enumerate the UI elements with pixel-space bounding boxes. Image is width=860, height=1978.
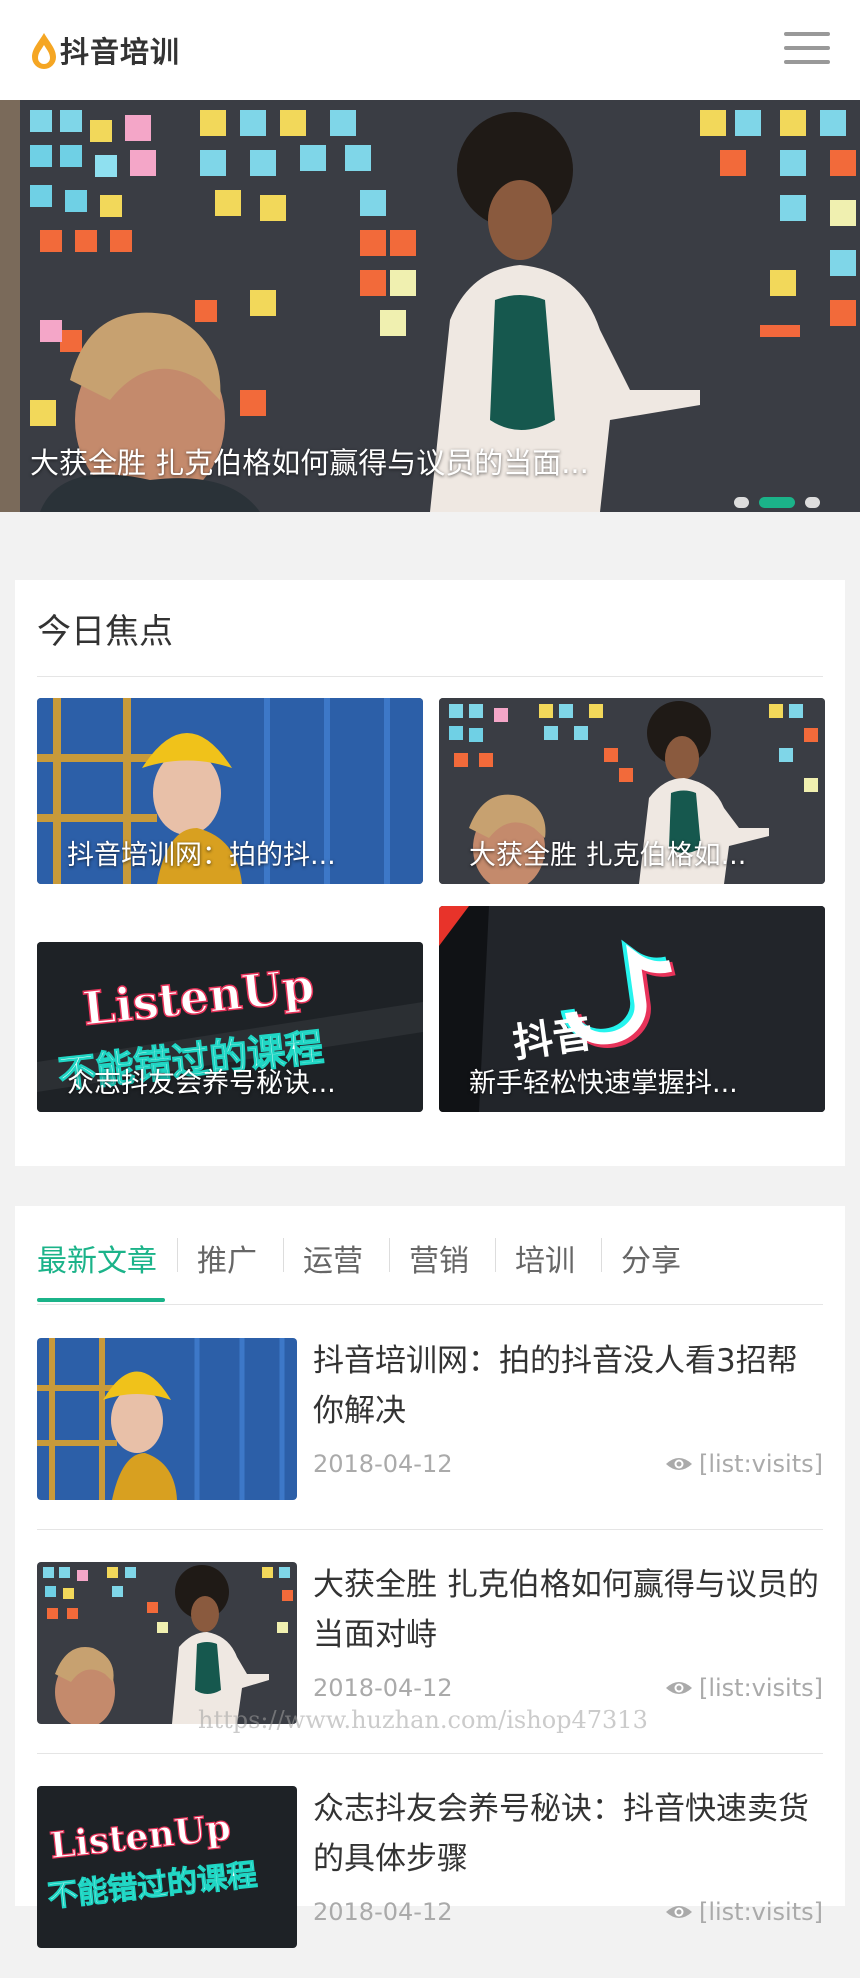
hero-banner[interactable]: 大获全胜 扎克伯格如何赢得与议员的当面... <box>0 100 860 512</box>
top-header: 抖音培训 <box>0 0 860 100</box>
tab-operation[interactable]: 运营 <box>303 1236 363 1280</box>
flame-logo-icon <box>32 33 56 69</box>
banner-caption: 大获全胜 扎克伯格如何赢得与议员的当面... <box>30 446 589 480</box>
tab-share[interactable]: 分享 <box>621 1236 681 1280</box>
tab-marketing[interactable]: 营销 <box>409 1236 469 1280</box>
section-title: 今日焦点 <box>37 612 173 652</box>
tab-training[interactable]: 培训 <box>515 1236 575 1280</box>
article-item-3[interactable]: ListenUp 不能错过的课程 众志抖友会养号秘诀：抖音快速卖货的具体步骤 2… <box>37 1754 823 1978</box>
article-title[interactable]: 众志抖友会养号秘诀：抖音快速卖货的具体步骤 <box>313 1784 823 1884</box>
eye-icon <box>665 1906 692 1918</box>
article-thumbnail <box>37 1562 297 1724</box>
card-caption: 新手轻松快速掌握抖... <box>469 1068 738 1099</box>
article-item-2[interactable]: 大获全胜 扎克伯格如何赢得与议员的当面对峙 2018-04-12 [list:v… <box>37 1530 823 1754</box>
article-thumbnail <box>37 1338 297 1500</box>
article-list-section: 最新文章 推广 运营 营销 培训 分享 抖音培训网：拍的抖音没人看3招帮你解决 … <box>15 1206 845 1948</box>
article-date: 2018-04-12 <box>313 1674 453 1702</box>
hamburger-menu-icon[interactable] <box>784 32 830 66</box>
article-visits: [list:visits] <box>665 1898 823 1926</box>
carousel-dot-active[interactable] <box>759 497 795 508</box>
tab-separator <box>177 1238 178 1272</box>
eye-icon <box>665 1458 692 1470</box>
card-caption: 大获全胜 扎克伯格如... <box>469 840 747 871</box>
divider <box>37 1304 823 1305</box>
carousel-dots <box>734 497 820 508</box>
eye-icon <box>665 1682 692 1694</box>
carousel-dot[interactable] <box>805 497 820 508</box>
category-tabs: 最新文章 推广 运营 营销 培训 分享 <box>37 1206 823 1306</box>
article-item-1[interactable]: 抖音培训网：拍的抖音没人看3招帮你解决 2018-04-12 [list:vis… <box>37 1306 823 1530</box>
site-logo[interactable]: 抖音培训 <box>30 28 180 72</box>
article-date: 2018-04-12 <box>313 1898 453 1926</box>
tab-separator <box>389 1238 390 1272</box>
tab-separator <box>283 1238 284 1272</box>
logo-text: 抖音培训 <box>60 35 181 69</box>
card-caption: 抖音培训网：拍的抖... <box>67 840 336 871</box>
divider <box>37 676 823 677</box>
article-visits: [list:visits] <box>665 1674 823 1702</box>
card-caption: 众志抖友会养号秘诀... <box>67 1068 336 1099</box>
tab-separator <box>495 1238 496 1272</box>
article-visits: [list:visits] <box>665 1450 823 1478</box>
focus-card-4[interactable]: 抖音 新手轻松快速掌握抖... <box>439 906 825 1112</box>
focus-card-2[interactable]: 大获全胜 扎克伯格如... <box>439 698 825 884</box>
tab-latest[interactable]: 最新文章 <box>37 1236 157 1280</box>
tab-promotion[interactable]: 推广 <box>197 1236 257 1280</box>
active-tab-indicator <box>37 1298 165 1302</box>
today-focus-section: 今日焦点 抖音培训网：拍的抖... 大获全胜 扎克伯格如... ListenUp… <box>15 580 845 1166</box>
carousel-dot[interactable] <box>734 497 749 508</box>
article-title[interactable]: 大获全胜 扎克伯格如何赢得与议员的当面对峙 <box>313 1560 823 1660</box>
article-date: 2018-04-12 <box>313 1450 453 1478</box>
article-title[interactable]: 抖音培训网：拍的抖音没人看3招帮你解决 <box>313 1336 823 1436</box>
article-thumbnail: ListenUp 不能错过的课程 <box>37 1786 297 1948</box>
visits-count: [list:visits] <box>698 1674 823 1702</box>
tab-separator <box>601 1238 602 1272</box>
visits-count: [list:visits] <box>698 1450 823 1478</box>
focus-card-1[interactable]: 抖音培训网：拍的抖... <box>37 698 423 884</box>
focus-card-3[interactable]: ListenUp 不能错过的课程 众志抖友会养号秘诀... <box>37 942 423 1112</box>
visits-count: [list:visits] <box>698 1898 823 1926</box>
